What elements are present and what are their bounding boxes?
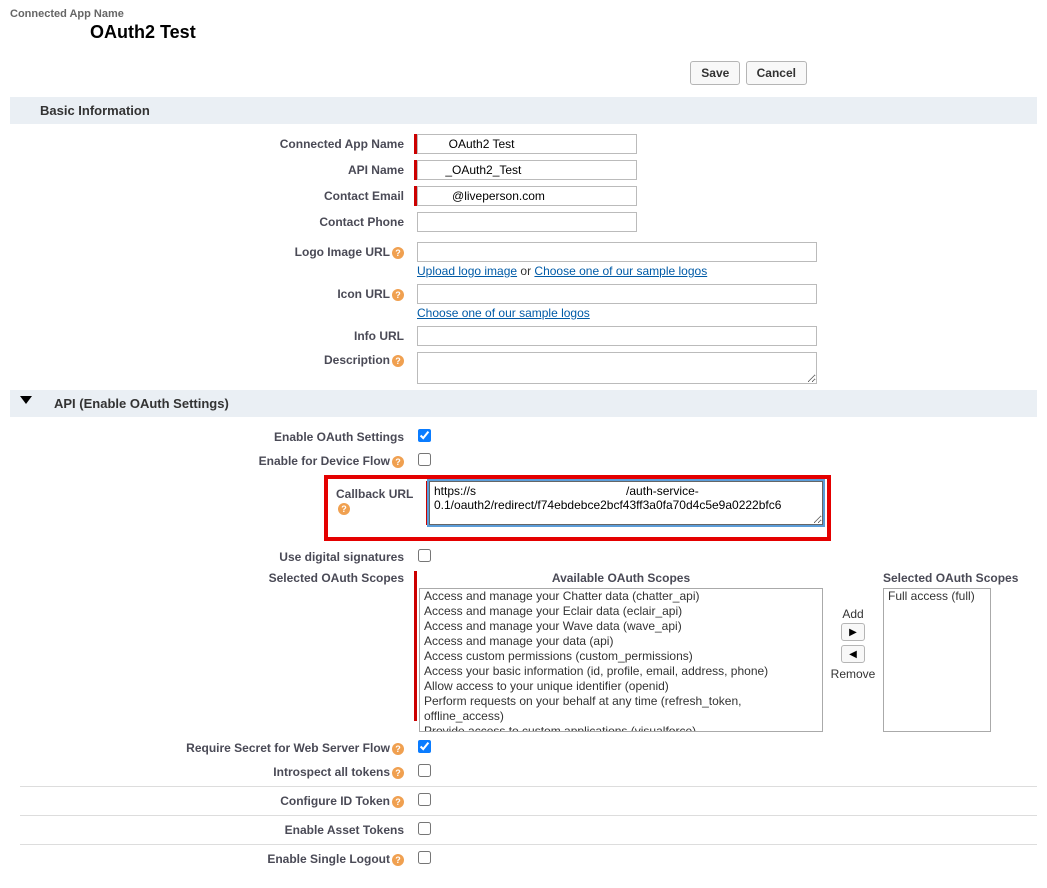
label-require-secret: Require Secret for Web Server Flow? bbox=[10, 738, 414, 755]
scope-item[interactable]: Access and manage your Chatter data (cha… bbox=[420, 589, 822, 604]
help-icon[interactable]: ? bbox=[392, 289, 404, 301]
scope-item[interactable]: Access and manage your Eclair data (ecla… bbox=[420, 604, 822, 619]
help-icon[interactable]: ? bbox=[338, 503, 350, 515]
listbox-available-scopes[interactable]: Access and manage your Chatter data (cha… bbox=[419, 588, 823, 732]
link-upload-logo-image[interactable]: Upload logo image bbox=[417, 264, 517, 278]
label-enable-oauth: Enable OAuth Settings bbox=[10, 427, 414, 444]
save-button[interactable]: Save bbox=[690, 61, 740, 85]
input-description[interactable] bbox=[417, 352, 817, 384]
input-api-name[interactable] bbox=[417, 160, 637, 180]
help-icon[interactable]: ? bbox=[392, 767, 404, 779]
label-logo-image-url: Logo Image URL? bbox=[10, 242, 414, 259]
section-basic-information: Basic Information bbox=[10, 97, 1037, 124]
label-api-name: API Name bbox=[10, 160, 414, 177]
checkbox-introspect-all-tokens[interactable] bbox=[418, 764, 431, 777]
help-icon[interactable]: ? bbox=[392, 854, 404, 866]
add-scope-button[interactable]: ▶ bbox=[841, 623, 865, 641]
scope-item[interactable]: Provide access to custom applications (v… bbox=[420, 724, 822, 732]
scope-item[interactable]: Access custom permissions (custom_permis… bbox=[420, 649, 822, 664]
scope-item[interactable]: Access your basic information (id, profi… bbox=[420, 664, 822, 679]
label-configure-id-token: Configure ID Token? bbox=[10, 791, 414, 808]
listbox-selected-scopes[interactable]: Full access (full) bbox=[883, 588, 991, 732]
link-choose-sample-logos-icon[interactable]: Choose one of our sample logos bbox=[417, 306, 590, 320]
label-contact-phone: Contact Phone bbox=[10, 212, 414, 229]
label-icon-url: Icon URL? bbox=[10, 284, 414, 301]
input-icon-url[interactable] bbox=[417, 284, 817, 304]
page-title: OAuth2 Test bbox=[30, 22, 1037, 43]
input-connected-app-name[interactable] bbox=[417, 134, 637, 154]
scope-item[interactable]: Access and manage your Wave data (wave_a… bbox=[420, 619, 822, 634]
label-description: Description? bbox=[10, 352, 414, 367]
scope-item[interactable]: Allow access to your unique identifier (… bbox=[420, 679, 822, 694]
remove-scope-button[interactable]: ◀ bbox=[841, 645, 865, 663]
label-enable-device-flow: Enable for Device Flow? bbox=[10, 451, 414, 468]
help-icon[interactable]: ? bbox=[392, 743, 404, 755]
input-info-url[interactable] bbox=[417, 326, 817, 346]
checkbox-use-digital-signatures[interactable] bbox=[418, 549, 431, 562]
checkbox-enable-single-logout[interactable] bbox=[418, 851, 431, 864]
scope-item[interactable]: Access and manage your data (api) bbox=[420, 634, 822, 649]
heading-selected-scopes: Selected OAuth Scopes bbox=[883, 571, 1018, 585]
input-logo-image-url[interactable] bbox=[417, 242, 817, 262]
help-icon[interactable]: ? bbox=[392, 796, 404, 808]
label-use-digital-signatures: Use digital signatures bbox=[10, 547, 414, 564]
cancel-button[interactable]: Cancel bbox=[746, 61, 807, 85]
label-connected-app-name: Connected App Name bbox=[10, 134, 414, 151]
input-callback-url[interactable]: https://s /auth-service-0.1/oauth2/redir… bbox=[429, 481, 823, 525]
help-icon[interactable]: ? bbox=[392, 247, 404, 259]
checkbox-enable-device-flow[interactable] bbox=[418, 453, 431, 466]
heading-available-scopes: Available OAuth Scopes bbox=[419, 571, 823, 585]
scope-item[interactable]: Perform requests on your behalf at any t… bbox=[420, 694, 822, 724]
label-remove: Remove bbox=[823, 667, 883, 681]
input-contact-email[interactable] bbox=[417, 186, 637, 206]
label-enable-asset-tokens: Enable Asset Tokens bbox=[10, 820, 414, 837]
label-enable-single-logout: Enable Single Logout? bbox=[10, 849, 414, 866]
breadcrumb: Connected App Name bbox=[10, 8, 1037, 20]
callback-url-highlight: Callback URL? https://s /auth-service-0.… bbox=[324, 475, 831, 541]
checkbox-enable-oauth[interactable] bbox=[418, 429, 431, 442]
checkbox-configure-id-token[interactable] bbox=[418, 793, 431, 806]
section-api-enable-oauth[interactable]: API (Enable OAuth Settings) bbox=[10, 390, 1037, 417]
checkbox-require-secret[interactable] bbox=[418, 740, 431, 753]
link-choose-sample-logos[interactable]: Choose one of our sample logos bbox=[534, 264, 707, 278]
label-callback-url: Callback URL bbox=[336, 487, 413, 501]
text-or: or bbox=[517, 264, 534, 278]
label-selected-oauth-scopes: Selected OAuth Scopes bbox=[10, 571, 414, 585]
help-icon[interactable]: ? bbox=[392, 355, 404, 367]
input-contact-phone[interactable] bbox=[417, 212, 637, 232]
label-introspect-all-tokens: Introspect all tokens? bbox=[10, 762, 414, 779]
label-contact-email: Contact Email bbox=[10, 186, 414, 203]
scope-item[interactable]: Full access (full) bbox=[884, 589, 990, 604]
label-info-url: Info URL bbox=[10, 326, 414, 343]
checkbox-enable-asset-tokens[interactable] bbox=[418, 822, 431, 835]
label-add: Add bbox=[823, 607, 883, 621]
chevron-down-icon bbox=[20, 396, 32, 404]
help-icon[interactable]: ? bbox=[392, 456, 404, 468]
